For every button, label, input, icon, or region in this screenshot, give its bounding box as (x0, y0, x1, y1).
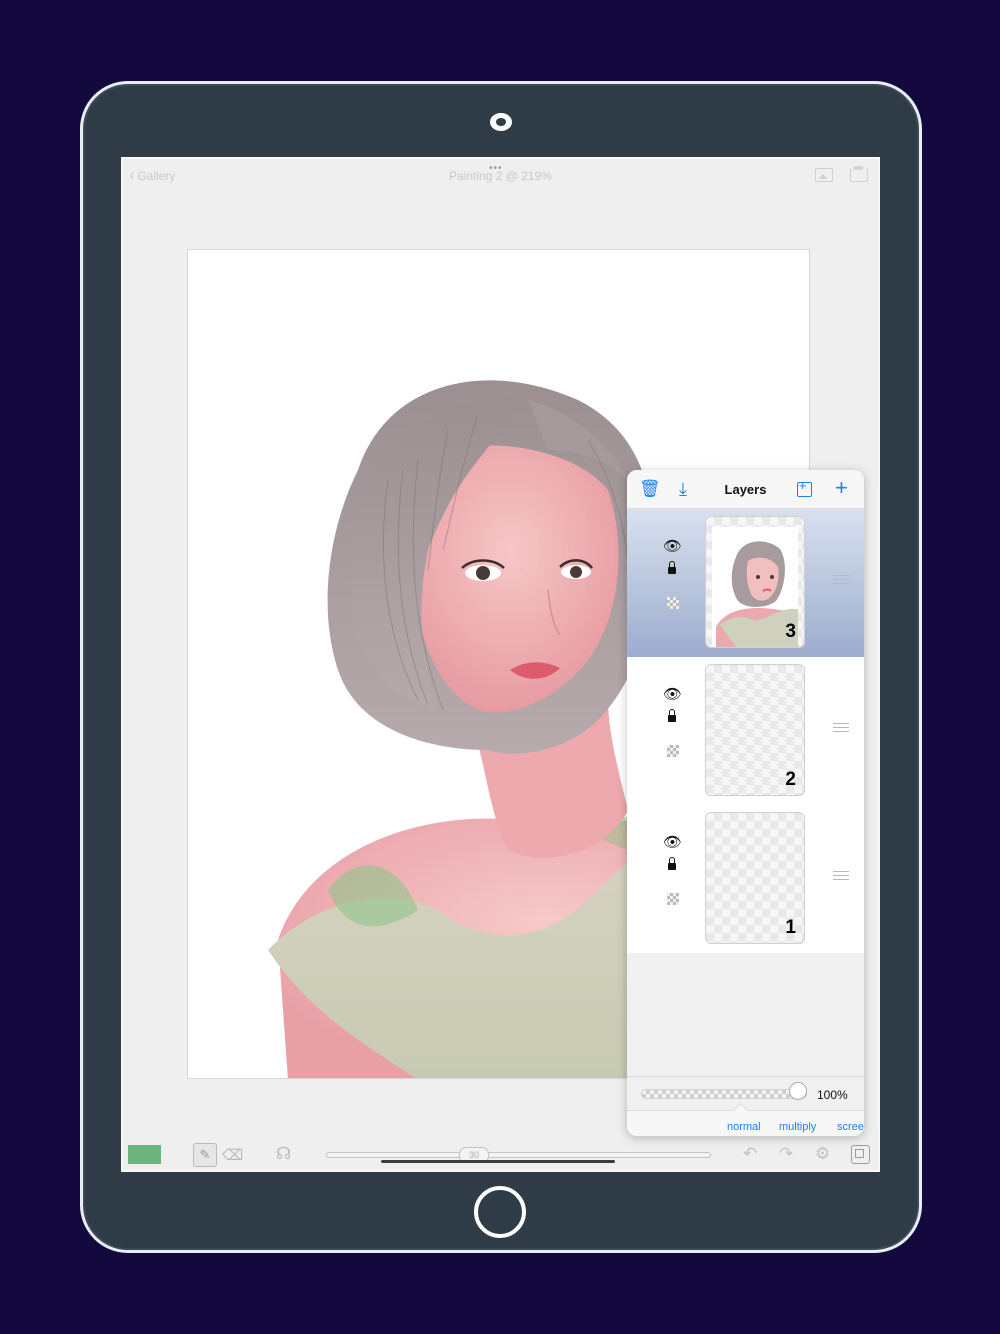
drag-handle-icon[interactable] (833, 871, 849, 880)
blend-mode-picker: normal multiply scree (627, 1102, 864, 1136)
layer-thumbnail: 3 (705, 516, 805, 648)
layers-panel: 🗑 ⤓ Layers + 👁 (627, 470, 864, 1136)
opacity-slider[interactable] (641, 1089, 807, 1099)
lock-icon[interactable] (668, 709, 676, 722)
layer-row-2[interactable]: 👁 2 (627, 657, 864, 805)
brush-icon[interactable]: ✎ (193, 1143, 217, 1167)
lock-icon[interactable] (668, 561, 676, 574)
duplicate-layer-icon[interactable] (797, 478, 812, 497)
drag-handle-icon[interactable] (833, 575, 849, 584)
layer-thumbnail: 1 (705, 812, 805, 944)
layer-row-3[interactable]: 👁 3 (627, 509, 864, 657)
layers-icon[interactable] (851, 1145, 870, 1164)
alpha-lock-icon[interactable] (667, 893, 679, 905)
brush-size-slider[interactable]: 30 (326, 1147, 711, 1163)
color-swatch[interactable] (128, 1145, 161, 1164)
eye-icon[interactable]: 👁 (663, 537, 682, 555)
size-indicator-bar (381, 1160, 615, 1163)
top-bar: ‹ Gallery ••• Painting 2 @ 219% (123, 159, 878, 195)
opacity-row: 100% (627, 1076, 864, 1111)
alpha-lock-icon[interactable] (667, 597, 679, 609)
layer-number: 3 (785, 621, 796, 642)
layer-number: 1 (785, 917, 796, 938)
home-button[interactable] (474, 1186, 526, 1238)
camera-icon (490, 113, 512, 131)
app-screen: ‹ Gallery ••• Painting 2 @ 219% ➦ ✎ ⌫ ☊ … (121, 157, 880, 1172)
blend-mode-normal[interactable]: normal (727, 1121, 761, 1133)
opacity-slider-thumb[interactable] (789, 1082, 807, 1100)
eye-icon[interactable]: 👁 (663, 685, 682, 703)
blend-mode-multiply[interactable]: multiply (779, 1121, 816, 1133)
smudge-icon[interactable]: ☊ (276, 1144, 291, 1164)
blend-mode-screen[interactable]: scree (837, 1121, 864, 1133)
gear-icon[interactable]: ⚙ (815, 1144, 830, 1164)
alpha-lock-icon[interactable] (667, 745, 679, 757)
opacity-value: 100% (817, 1088, 848, 1102)
layer-number: 2 (785, 769, 796, 790)
layers-title: Layers (724, 482, 767, 497)
eraser-icon[interactable]: ⌫ (222, 1146, 243, 1164)
eye-icon[interactable]: 👁 (663, 833, 682, 851)
page-title: Painting 2 @ 219% (449, 169, 552, 183)
layer-thumbnail: 2 (705, 664, 805, 796)
redo-icon[interactable]: ↷ (779, 1144, 793, 1164)
bottom-toolbar: ✎ ⌫ ☊ 30 ↶ ↷ ⚙ (123, 1139, 878, 1170)
layers-header: 🗑 ⤓ Layers + (627, 470, 864, 509)
add-layer-icon[interactable]: + (835, 475, 848, 501)
layer-row-1[interactable]: 👁 1 (627, 805, 864, 953)
lock-icon[interactable] (668, 857, 676, 870)
share-icon[interactable] (850, 160, 868, 182)
image-icon[interactable] (815, 168, 833, 182)
undo-icon[interactable]: ↶ (743, 1144, 757, 1164)
drag-handle-icon[interactable] (833, 723, 849, 732)
